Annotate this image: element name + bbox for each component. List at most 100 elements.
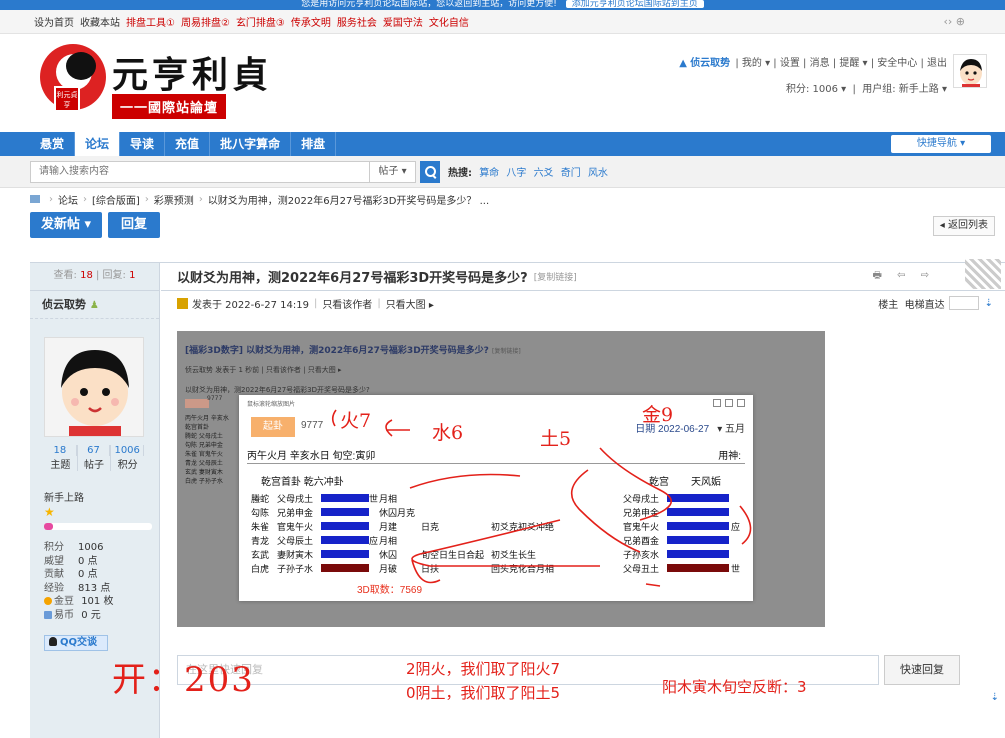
nav-forum[interactable]: 论坛 bbox=[75, 132, 121, 156]
mini-row: 丙午火月 辛亥水 bbox=[185, 415, 229, 422]
author-name[interactable]: 侦云取势 ♟ bbox=[30, 291, 159, 319]
info-row: 易币 0 元 bbox=[44, 609, 113, 623]
site-logo[interactable]: 利元貞亨 元亨利貞 一一國際站論壇 bbox=[40, 44, 280, 120]
top-link-2[interactable]: 周易排盘② bbox=[181, 14, 230, 29]
mini-row: 白虎 子孙子水 bbox=[185, 478, 223, 485]
print-prev-next-icons[interactable]: 🖶 ⇦ ⇨ bbox=[872, 268, 935, 285]
info-key: 金豆 bbox=[54, 596, 74, 607]
expand-icon[interactable] bbox=[713, 399, 721, 407]
quick-nav-button[interactable]: 快捷导航 ▾ bbox=[891, 135, 991, 153]
hexagram-popup: 鼠标滚轮缩放图片 起卦 9777 日期 2022-06-27 ▾ 五月 丙午火月 … bbox=[239, 395, 753, 601]
hot-link-1[interactable]: 算命 bbox=[479, 168, 499, 179]
breadcrumb-thread[interactable]: 以财爻为用神，测2022年6月27号福彩3D开奖号码是多少？ ... bbox=[208, 192, 489, 207]
user-group-menu[interactable]: 用户组: 新手上路 ▾ bbox=[862, 84, 947, 95]
nav-bazi[interactable]: 批八字算命 bbox=[210, 132, 292, 156]
mini-num: 9777 bbox=[207, 395, 223, 402]
settings-link[interactable]: 设置 bbox=[780, 58, 800, 69]
number-result: 3D取数：7569 bbox=[357, 585, 423, 596]
count-posts[interactable]: 67 帖子 bbox=[78, 445, 112, 471]
change-note: 初爻生长生 bbox=[491, 550, 537, 560]
count-threads-value: 18 bbox=[44, 445, 77, 456]
six-god: 朱雀 bbox=[251, 522, 270, 532]
qr-code-icon[interactable] bbox=[965, 259, 1001, 289]
hexagram-row: 螣蛇 父母戌土世月相 父母戌土 bbox=[251, 491, 741, 505]
nav-recharge[interactable]: 充值 bbox=[165, 132, 211, 156]
security-link[interactable]: 安全中心 bbox=[877, 58, 917, 69]
back-to-list-button[interactable]: ◂ 返回列表 bbox=[932, 216, 995, 236]
reply-button[interactable]: 回复 bbox=[108, 212, 160, 238]
only-big-image-link[interactable]: 只看大图 ▸ bbox=[386, 296, 434, 311]
hot-link-5[interactable]: 风水 bbox=[588, 168, 608, 179]
search-icon[interactable] bbox=[420, 160, 440, 183]
hot-link-3[interactable]: 六爻 bbox=[534, 168, 554, 179]
info-key: 易币 bbox=[54, 609, 74, 621]
search-type-select[interactable]: 帖子 ▾ bbox=[370, 160, 416, 183]
info-row: 积分 1006 bbox=[44, 541, 113, 555]
top-link-1[interactable]: 排盘工具① bbox=[126, 14, 175, 29]
header-avatar[interactable] bbox=[953, 54, 987, 88]
notice-button[interactable]: 添加元亨利贞论坛国际站到主页 bbox=[565, 0, 704, 9]
annotation-tu: 土5 bbox=[540, 428, 572, 450]
set-home-link[interactable]: 设为首页 bbox=[34, 14, 74, 29]
minimize-icon[interactable] bbox=[725, 399, 733, 407]
yang-line bbox=[667, 522, 729, 530]
image-title-text: [福彩3D数字] 以财爻为用神，测2022年6月27号福彩3D开奖号码是多少? bbox=[185, 346, 489, 356]
new-post-button[interactable]: 发新帖 ▾ bbox=[30, 212, 102, 238]
page: { "notice": {"text": "您是用访问元亨利贞论坛国际站，您以返… bbox=[0, 0, 1005, 738]
yao-name: 妻财寅木 bbox=[277, 550, 314, 560]
count-score[interactable]: 1006 积分 bbox=[111, 445, 145, 471]
hot-link-2[interactable]: 八字 bbox=[506, 168, 526, 179]
yao-name: 子孙子水 bbox=[277, 564, 314, 574]
changed-yao-name: 父母丑土 bbox=[623, 564, 660, 574]
image-mini-table: 丙午火月 辛亥水 乾宫首卦 腾蛇 父母戌土 勾陈 兄弟申金 朱雀 官鬼午火 青龙… bbox=[185, 399, 239, 509]
copy-link-button[interactable]: [复制链接] bbox=[534, 270, 577, 283]
switch-style-icon[interactable]: ‹› ⊕ bbox=[943, 15, 965, 28]
author-avatar[interactable] bbox=[44, 337, 144, 437]
count-threads[interactable]: 18 主题 bbox=[44, 445, 78, 471]
top-link-3[interactable]: 玄门排盘③ bbox=[236, 14, 285, 29]
annotation-huo: 火7 bbox=[340, 410, 372, 432]
nav-paipan[interactable]: 排盘 bbox=[291, 132, 337, 156]
thread-stats: 查看: 18 | 回复: 1 bbox=[30, 263, 159, 291]
bookmark-link[interactable]: 收藏本站 bbox=[80, 14, 120, 29]
home-icon[interactable] bbox=[30, 195, 40, 203]
author-group[interactable]: 新手上路 bbox=[44, 489, 84, 504]
mini-row: 腾蛇 父母戌土 bbox=[185, 433, 223, 440]
breadcrumb-forum[interactable]: 论坛 bbox=[58, 192, 78, 207]
scroll-indicator-icon[interactable]: ⇣ bbox=[991, 692, 999, 703]
user-name-link[interactable]: 侦云取势 bbox=[690, 58, 730, 69]
count-score-label: 积分 bbox=[117, 460, 138, 471]
annotation-kai: 开：203 bbox=[112, 660, 255, 700]
reminders-menu[interactable]: 提醒 ▾ bbox=[839, 58, 867, 69]
annotation-shui: 水6 bbox=[432, 422, 464, 444]
close-icon[interactable] bbox=[737, 399, 745, 407]
breadcrumb-section[interactable]: [综合版面] bbox=[92, 192, 140, 207]
floor-input[interactable] bbox=[948, 296, 979, 310]
six-god: 白虎 bbox=[251, 564, 270, 574]
shi-ying-mark: 应 bbox=[369, 536, 379, 546]
post-image[interactable]: [福彩3D数字] 以财爻为用神，测2022年6月27号福彩3D开奖号码是多少? … bbox=[177, 331, 825, 627]
top-link-5[interactable]: 服务社会 bbox=[337, 14, 377, 29]
breadcrumb-board[interactable]: 彩票预测 bbox=[154, 192, 194, 207]
hot-link-4[interactable]: 奇门 bbox=[561, 168, 581, 179]
mini-row: 青龙 父母辰土 bbox=[185, 460, 223, 467]
floor-label: 楼主 bbox=[878, 299, 899, 311]
only-author-link[interactable]: 只看该作者 bbox=[322, 296, 372, 311]
changed-yao-name: 兄弟酉金 bbox=[623, 536, 660, 546]
logout-link[interactable]: 退出 bbox=[927, 58, 947, 69]
annotation-yin-mu: 阳木寅木旬空反断：3 bbox=[662, 678, 807, 696]
top-link-4[interactable]: 传承文明 bbox=[291, 14, 331, 29]
quick-reply-button[interactable]: 快速回复 bbox=[884, 655, 960, 685]
nav-bounty[interactable]: 悬赏 bbox=[30, 132, 76, 156]
nav-guide[interactable]: 导读 bbox=[120, 132, 166, 156]
info-value: 0 点 bbox=[78, 569, 98, 580]
top-link-6[interactable]: 爱国守法 bbox=[383, 14, 423, 29]
my-menu[interactable]: 我的 ▾ bbox=[742, 58, 770, 69]
post-time: 发表于 2022-6-27 14:19 bbox=[192, 299, 309, 311]
search-input[interactable] bbox=[30, 160, 370, 183]
top-link-7[interactable]: 文化自信 bbox=[429, 14, 469, 29]
qq-chat-button[interactable]: QQ交谈 bbox=[44, 635, 108, 651]
messages-link[interactable]: 消息 bbox=[810, 58, 830, 69]
jump-arrow-icon[interactable]: ⇣ bbox=[985, 298, 993, 309]
score-menu[interactable]: 积分: 1006 ▾ bbox=[786, 84, 846, 95]
